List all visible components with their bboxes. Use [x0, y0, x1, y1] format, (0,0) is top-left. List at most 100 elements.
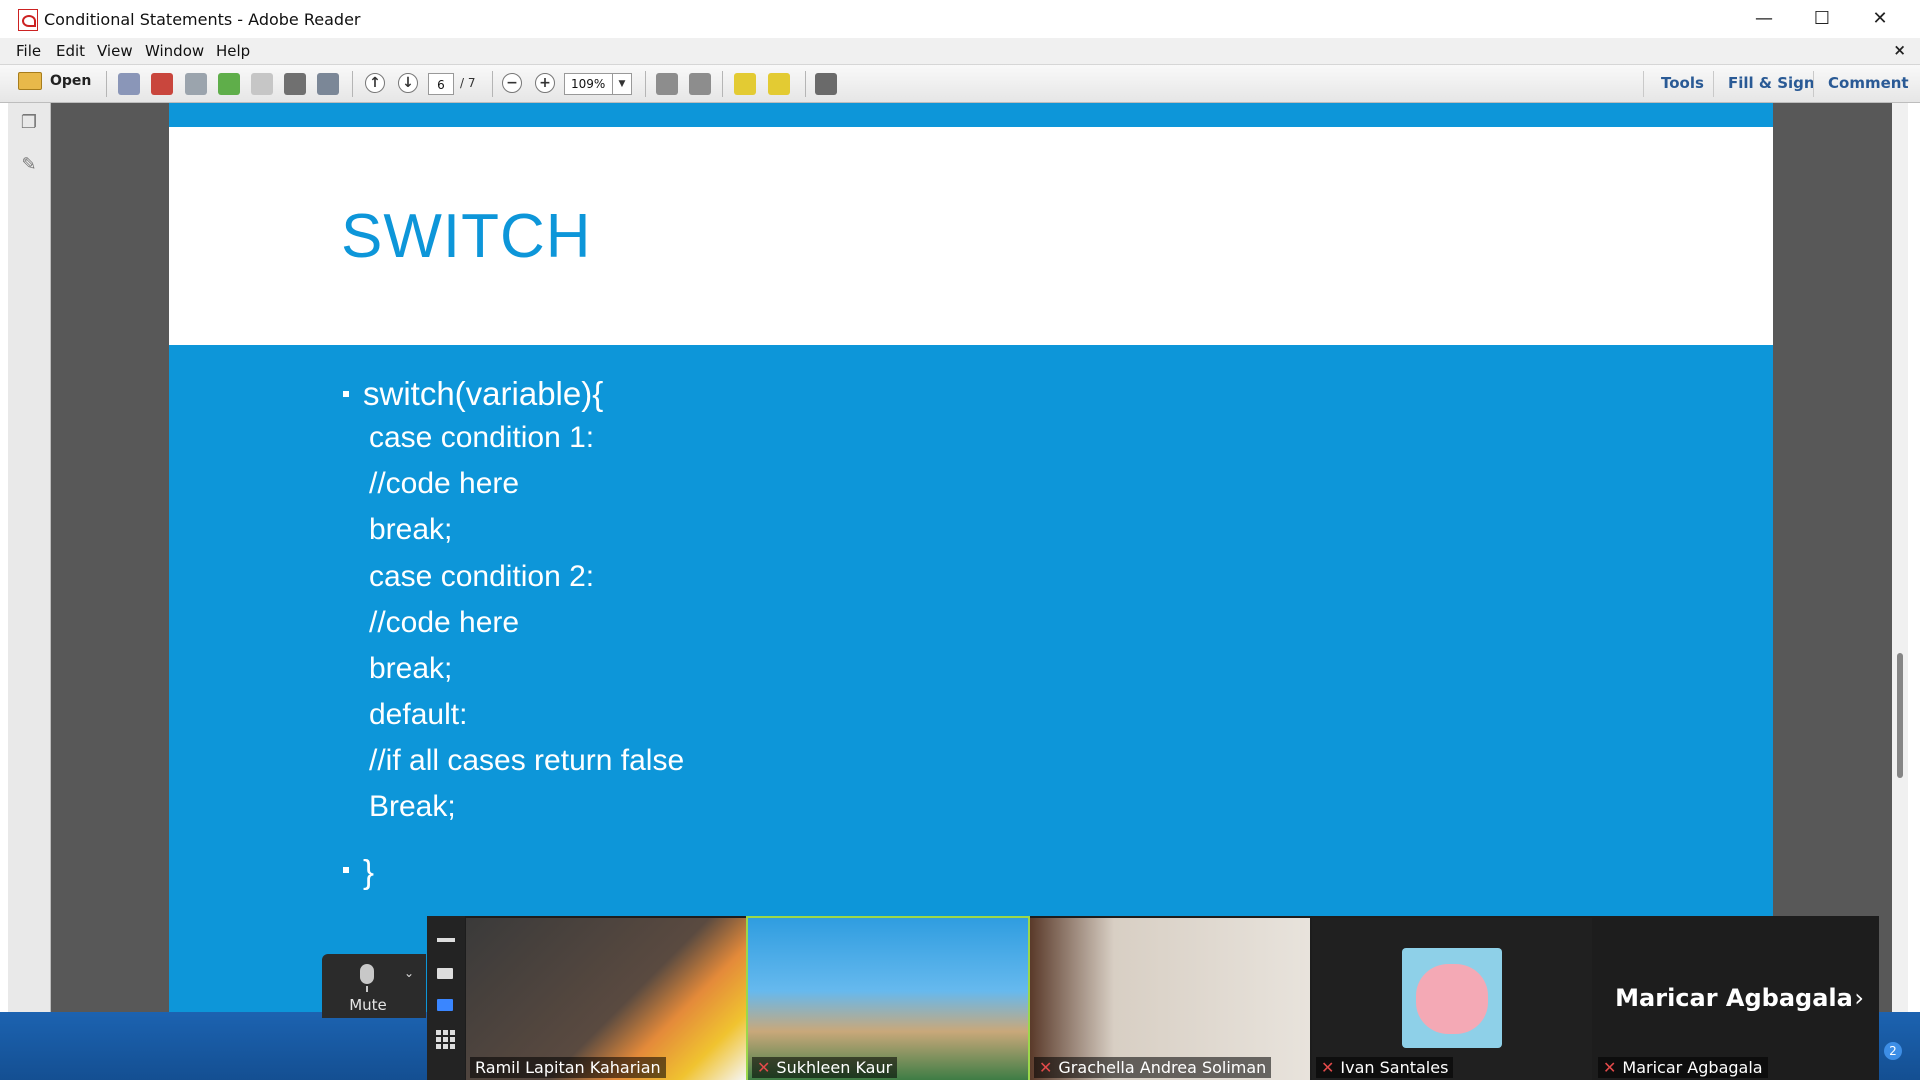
menu-help[interactable]: Help — [216, 42, 250, 60]
mute-button[interactable]: ⌄ Mute — [322, 954, 426, 1018]
code-line: //code here — [369, 606, 520, 639]
toolbar: Open ↑ ↓ 6 / 7 − + 109% ▼ Tools Fill & S — [0, 65, 1920, 103]
open-button[interactable]: Open — [18, 72, 91, 94]
participant-display-name: Maricar Agbagala — [1615, 984, 1853, 1012]
participant-name: ✕ Grachella Andrea Soliman — [1034, 1057, 1272, 1078]
strip-view-icon[interactable] — [437, 999, 453, 1011]
meeting-video-strip: Ramil Lapitan Kaharian ✕ Sukhleen Kaur ✕ G… — [427, 916, 1879, 1080]
gallery-view-icon[interactable] — [436, 1030, 456, 1050]
code-line: break; — [369, 513, 453, 546]
microphone-icon — [360, 964, 374, 984]
window-title: Conditional Statements - Adobe Reader — [44, 10, 361, 29]
next-page-icon[interactable]: ↓ — [398, 73, 418, 93]
bullet-marker — [343, 867, 349, 873]
email-icon[interactable] — [317, 73, 339, 95]
chevron-down-icon[interactable]: ▼ — [612, 74, 631, 94]
pdf-page: SWITCH switch(variable){ case condition … — [169, 103, 1773, 1013]
title-bar: Conditional Statements - Adobe Reader — … — [0, 0, 1920, 38]
previous-page-icon[interactable]: ↑ — [365, 73, 385, 93]
document-view: SWITCH switch(variable){ case condition … — [51, 103, 1892, 1013]
avatar — [1416, 964, 1488, 1034]
toolbar-separator — [352, 71, 353, 97]
participant-name: ✕ Sukhleen Kaur — [752, 1057, 898, 1078]
menu-window[interactable]: Window — [145, 42, 204, 60]
toolbar-separator — [805, 71, 806, 97]
zoom-in-icon[interactable]: + — [535, 73, 555, 93]
comment-link[interactable]: Comment — [1828, 74, 1909, 92]
fit-page-icon[interactable] — [689, 73, 711, 95]
bullet-marker — [343, 391, 349, 397]
toolbar-separator — [1813, 71, 1814, 97]
code-line: //if all cases return false — [369, 744, 685, 777]
slide-top-band — [169, 103, 1773, 127]
video-tile-active-speaker[interactable]: ✕ Sukhleen Kaur — [746, 916, 1030, 1080]
muted-mic-icon: ✕ — [1603, 1058, 1617, 1077]
edit-pdf-icon[interactable] — [185, 73, 207, 95]
toolbar-separator — [645, 71, 646, 97]
navigation-pane: ❐ ✎ — [8, 103, 51, 1013]
fit-width-icon[interactable] — [656, 73, 678, 95]
pages-panel-icon[interactable]: ❐ — [20, 113, 38, 133]
minimize-button[interactable]: — — [1735, 0, 1793, 38]
slide-title: SWITCH — [341, 202, 592, 271]
minimize-video-icon[interactable] — [437, 938, 455, 942]
switch-line: switch(variable){ — [363, 375, 604, 412]
vertical-scrollbar[interactable] — [1892, 103, 1908, 1013]
code-line: Break; — [369, 790, 456, 823]
toolbar-separator — [1643, 71, 1644, 97]
video-tile[interactable]: Ramil Lapitan Kaharian — [466, 918, 746, 1080]
upload-icon[interactable] — [218, 73, 240, 95]
code-line: //code here — [369, 467, 520, 500]
close-button[interactable]: ✕ — [1851, 0, 1909, 38]
zoom-out-icon[interactable]: − — [502, 73, 522, 93]
participant-name: ✕ Maricar Agbagala — [1598, 1057, 1768, 1078]
muted-mic-icon: ✕ — [757, 1058, 771, 1077]
closing-brace-line: } — [363, 853, 375, 890]
folder-icon — [18, 72, 42, 90]
participant-name: Ramil Lapitan Kaharian — [470, 1057, 666, 1078]
muted-mic-icon: ✕ — [1321, 1058, 1335, 1077]
scrollbar-thumb[interactable] — [1897, 653, 1903, 778]
read-mode-icon[interactable] — [815, 73, 837, 95]
print-icon[interactable] — [284, 73, 306, 95]
mute-label: Mute — [349, 996, 387, 1014]
maximize-button[interactable]: ☐ — [1793, 0, 1851, 38]
code-line: break; — [369, 652, 453, 685]
zoom-select[interactable]: 109% ▼ — [564, 73, 632, 95]
code-line: case condition 1: — [369, 421, 595, 454]
next-page-arrow-icon[interactable]: › — [1854, 984, 1864, 1012]
open-label: Open — [50, 73, 92, 89]
code-line: default: — [369, 698, 468, 731]
view-controls — [427, 916, 465, 1080]
highlight-icon[interactable] — [768, 73, 790, 95]
toolbar-separator — [1713, 71, 1714, 97]
toolbar-separator — [492, 71, 493, 97]
page-total: / 7 — [460, 76, 476, 90]
microphone-stand — [366, 986, 368, 992]
menu-view[interactable]: View — [97, 42, 133, 60]
create-pdf-icon[interactable] — [118, 73, 140, 95]
sticky-note-icon[interactable] — [734, 73, 756, 95]
notification-badge[interactable]: 2 — [1884, 1042, 1902, 1060]
adobe-reader-window: Conditional Statements - Adobe Reader — … — [0, 0, 1920, 1018]
attachments-icon[interactable]: ✎ — [20, 155, 38, 175]
zoom-value: 109% — [571, 77, 606, 91]
page-number-input[interactable]: 6 — [428, 73, 454, 95]
participant-name: ✕ Ivan Santales — [1316, 1057, 1454, 1078]
muted-mic-icon: ✕ — [1039, 1058, 1053, 1077]
video-tile[interactable]: Maricar Agbagala › ✕ Maricar Agbagala — [1594, 918, 1874, 1080]
code-line: case condition 2: — [369, 560, 595, 593]
profile-picture — [1402, 948, 1502, 1048]
menu-edit[interactable]: Edit — [56, 42, 85, 60]
save-icon[interactable] — [251, 73, 273, 95]
fill-sign-link[interactable]: Fill & Sign — [1728, 74, 1815, 92]
toolbar-separator — [722, 71, 723, 97]
menu-file[interactable]: File — [16, 42, 41, 60]
chevron-up-icon[interactable]: ⌄ — [404, 966, 414, 980]
close-document-button[interactable]: × — [1893, 41, 1906, 59]
tools-link[interactable]: Tools — [1661, 74, 1704, 92]
video-tile[interactable]: ✕ Grachella Andrea Soliman — [1030, 918, 1310, 1080]
video-tile[interactable]: ✕ Ivan Santales — [1312, 918, 1592, 1080]
single-view-icon[interactable] — [437, 968, 453, 979]
export-pdf-icon[interactable] — [151, 73, 173, 95]
